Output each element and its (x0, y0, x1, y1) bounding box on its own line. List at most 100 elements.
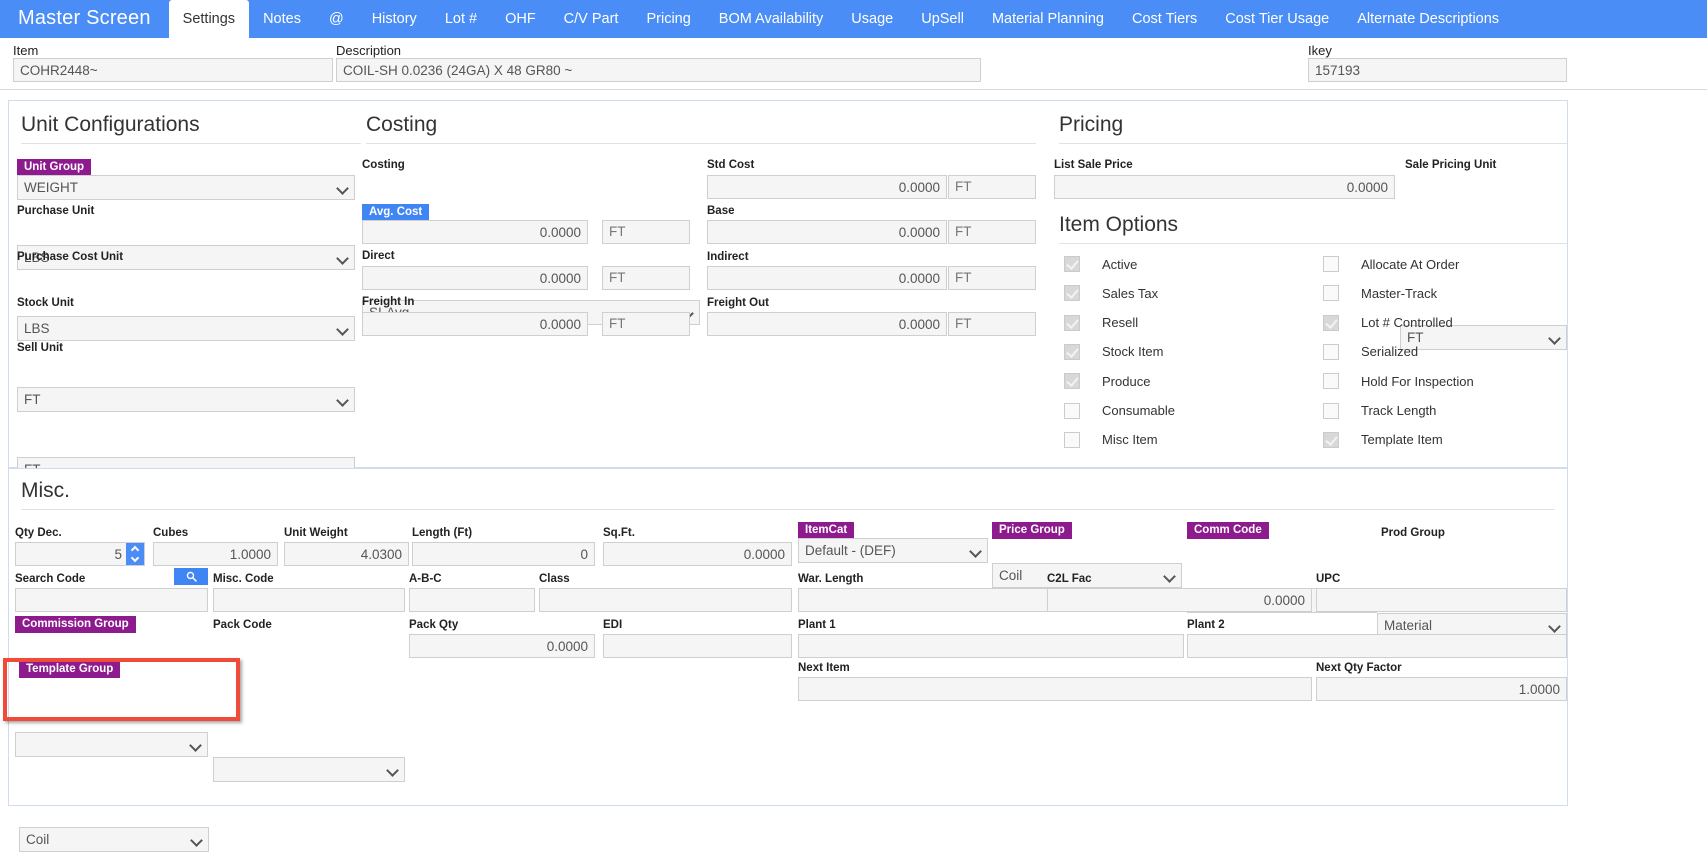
sq-ft-label: Sq.Ft. (603, 527, 635, 539)
option-label: Allocate At Order (1361, 256, 1460, 272)
option-row[interactable]: Stock Item (1064, 343, 1164, 360)
freight-out-unit: FT (948, 312, 1036, 336)
tab-pricing[interactable]: Pricing (632, 0, 704, 38)
plant2-input[interactable] (1187, 634, 1567, 658)
tab-cost-tiers[interactable]: Cost Tiers (1118, 0, 1211, 38)
direct-input[interactable] (362, 266, 588, 290)
tab-c-v-part[interactable]: C/V Part (550, 0, 633, 38)
option-label: Active (1102, 256, 1138, 272)
checkbox-template-item[interactable] (1323, 431, 1339, 448)
option-row[interactable]: Active (1064, 256, 1137, 272)
abc-label: A-B-C (409, 573, 442, 585)
checkbox-serialized[interactable] (1323, 343, 1339, 360)
stepper-down-icon[interactable] (130, 553, 140, 563)
tab-bom-availability[interactable]: BOM Availability (705, 0, 838, 38)
indirect-input[interactable] (707, 266, 947, 290)
cubes-input[interactable] (153, 542, 278, 566)
item-label: Item (13, 43, 39, 58)
tab-settings[interactable]: Settings (168, 0, 250, 38)
item-input[interactable] (13, 58, 333, 82)
option-row[interactable]: Serialized (1323, 343, 1418, 360)
option-row[interactable]: Sales Tax (1064, 285, 1158, 302)
tab-usage[interactable]: Usage (837, 0, 907, 38)
class-input[interactable] (539, 588, 792, 612)
checkbox-misc-item[interactable] (1064, 431, 1080, 448)
option-label: Hold For Inspection (1361, 373, 1474, 389)
option-row[interactable]: Allocate At Order (1323, 256, 1459, 272)
upc-label: UPC (1316, 573, 1341, 585)
itemcat-badge: ItemCat (798, 522, 855, 539)
qty-dec-stepper[interactable] (126, 543, 144, 565)
avg-cost-input[interactable] (362, 220, 588, 244)
tab-lot[interactable]: Lot # (431, 0, 491, 38)
abc-input[interactable] (409, 588, 535, 612)
checkbox-lot-controlled[interactable] (1323, 314, 1339, 331)
tab-material-planning[interactable]: Material Planning (978, 0, 1118, 38)
option-row[interactable]: Template Item (1323, 431, 1443, 448)
length-ft-input[interactable] (412, 542, 595, 566)
misc-code-input[interactable] (213, 588, 405, 612)
option-label: Template Item (1361, 432, 1443, 448)
checkbox-sales-tax[interactable] (1064, 285, 1080, 302)
stock-unit-select[interactable]: FT (17, 387, 355, 412)
option-row[interactable]: Consumable (1064, 402, 1175, 419)
option-row[interactable]: Lot # Controlled (1323, 314, 1453, 331)
checkbox-consumable[interactable] (1064, 402, 1080, 419)
search-icon[interactable] (174, 568, 208, 585)
unit-weight-input[interactable] (284, 542, 409, 566)
pack-code-select[interactable] (213, 757, 405, 782)
checkbox-resell[interactable] (1064, 314, 1080, 331)
war-length-label: War. Length (798, 573, 864, 585)
tab-history[interactable]: History (358, 0, 431, 38)
commission-group-select[interactable] (15, 732, 208, 757)
search-code-input[interactable] (15, 588, 208, 612)
tab-[interactable]: @ (315, 0, 358, 38)
option-row[interactable]: Misc Item (1064, 431, 1158, 448)
length-ft-label: Length (Ft) (412, 527, 473, 539)
edi-input[interactable] (603, 634, 792, 658)
next-qty-factor-input[interactable] (1316, 677, 1567, 701)
list-sale-price-input[interactable] (1054, 175, 1395, 199)
checkbox-track-length[interactable] (1323, 402, 1339, 419)
next-item-input[interactable] (798, 677, 1312, 701)
c2l-fac-input[interactable] (1047, 588, 1312, 612)
purchase-cost-unit-select[interactable]: LBS (17, 316, 355, 341)
plant1-input[interactable] (798, 634, 1184, 658)
war-length-input[interactable] (798, 588, 1051, 612)
sq-ft-input[interactable] (603, 542, 792, 566)
tab-alternate-descriptions[interactable]: Alternate Descriptions (1343, 0, 1513, 38)
option-row[interactable]: Produce (1064, 373, 1150, 390)
itemcat-select[interactable]: Default - (DEF) (798, 538, 988, 563)
ikey-label: Ikey (1308, 43, 1332, 58)
list-sale-price-label: List Sale Price (1054, 159, 1133, 171)
option-label: Lot # Controlled (1361, 315, 1453, 331)
checkbox-stock-item[interactable] (1064, 343, 1080, 360)
option-row[interactable]: Master-Track (1323, 285, 1437, 302)
class-label: Class (539, 573, 570, 585)
template-group-select[interactable]: Coil (19, 827, 209, 852)
freight-in-input[interactable] (362, 312, 588, 336)
checkbox-allocate-at-order[interactable] (1323, 256, 1339, 272)
pricing-title: Pricing (1059, 113, 1567, 144)
description-input[interactable] (336, 58, 981, 82)
freight-out-input[interactable] (707, 312, 947, 336)
ikey-input[interactable] (1308, 58, 1567, 82)
tab-ohf[interactable]: OHF (491, 0, 550, 38)
checkbox-hold-for-inspection[interactable] (1323, 373, 1339, 390)
costing-title: Costing (366, 113, 1036, 144)
option-row[interactable]: Resell (1064, 314, 1138, 331)
option-row[interactable]: Hold For Inspection (1323, 373, 1474, 390)
option-row[interactable]: Track Length (1323, 402, 1436, 419)
checkbox-master-track[interactable] (1323, 285, 1339, 302)
base-input[interactable] (707, 220, 947, 244)
tab-notes[interactable]: Notes (249, 0, 315, 38)
tab-cost-tier-usage[interactable]: Cost Tier Usage (1211, 0, 1343, 38)
tab-upsell[interactable]: UpSell (907, 0, 978, 38)
pack-qty-input[interactable] (409, 634, 595, 658)
option-label: Stock Item (1102, 344, 1164, 360)
std-cost-input[interactable] (707, 175, 947, 199)
checkbox-produce[interactable] (1064, 373, 1080, 390)
unit-group-select[interactable]: WEIGHT (17, 175, 355, 200)
upc-input[interactable] (1316, 588, 1567, 612)
checkbox-active[interactable] (1064, 256, 1080, 272)
